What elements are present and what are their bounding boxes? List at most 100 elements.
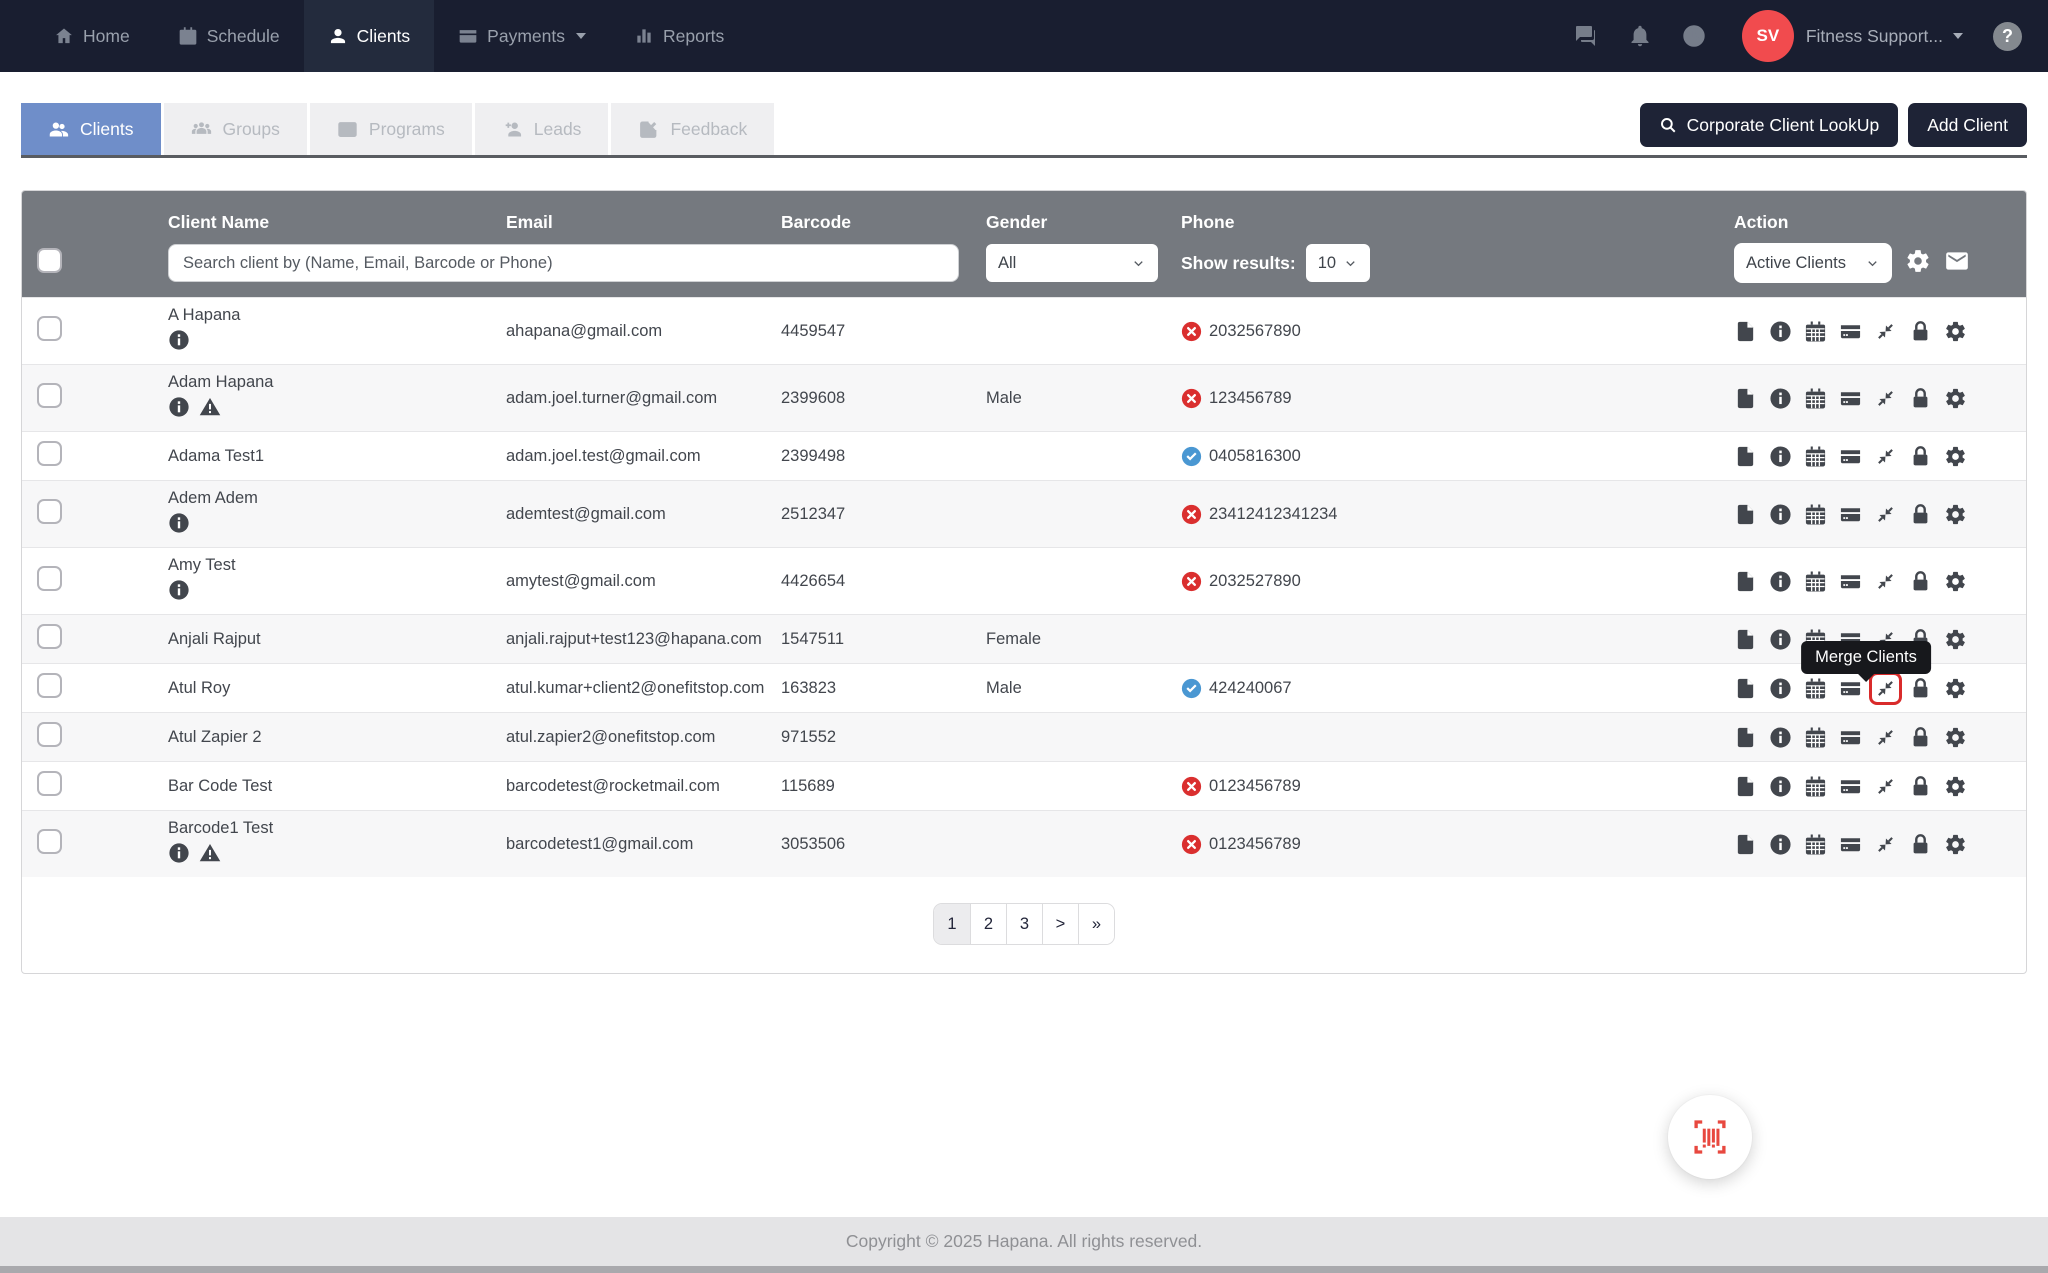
info-badge-icon[interactable] xyxy=(168,512,190,539)
help-icon[interactable]: ? xyxy=(1993,22,2022,51)
show-results-select[interactable]: 10 xyxy=(1306,244,1370,282)
warning-badge-icon[interactable] xyxy=(199,842,221,869)
lock-action-icon[interactable] xyxy=(1909,387,1932,410)
settings-action-icon[interactable] xyxy=(1944,726,1967,749)
lock-action-icon[interactable] xyxy=(1909,726,1932,749)
payment-action-icon[interactable] xyxy=(1839,387,1862,410)
page-button-1[interactable]: 1 xyxy=(934,904,970,944)
settings-action-icon[interactable] xyxy=(1944,503,1967,526)
lock-action-icon[interactable] xyxy=(1909,570,1932,593)
calendar-action-icon[interactable] xyxy=(1804,445,1827,468)
settings-action-icon[interactable] xyxy=(1944,570,1967,593)
search-input[interactable] xyxy=(168,244,959,282)
lock-action-icon[interactable] xyxy=(1909,320,1932,343)
corporate-client-lookup-button[interactable]: Corporate Client LookUp xyxy=(1640,103,1899,147)
calendar-action-icon[interactable] xyxy=(1804,503,1827,526)
info-badge-icon[interactable] xyxy=(168,842,190,869)
client-name[interactable]: A Hapana xyxy=(168,306,506,324)
merge-action-icon[interactable] xyxy=(1874,445,1897,468)
info-action-icon[interactable] xyxy=(1769,775,1792,798)
merge-action-icon[interactable] xyxy=(1874,726,1897,749)
warning-badge-icon[interactable] xyxy=(199,396,221,423)
merge-action-icon[interactable] xyxy=(1874,570,1897,593)
lock-action-icon[interactable] xyxy=(1909,503,1932,526)
merge-action-icon[interactable] xyxy=(1874,833,1897,856)
envelope-icon[interactable] xyxy=(1944,248,1970,279)
document-action-icon[interactable] xyxy=(1734,628,1757,651)
merge-action-icon[interactable] xyxy=(1874,677,1897,700)
info-action-icon[interactable] xyxy=(1769,387,1792,410)
payment-action-icon[interactable] xyxy=(1839,833,1862,856)
page-button-2[interactable]: 2 xyxy=(970,904,1006,944)
nav-item-schedule[interactable]: Schedule xyxy=(154,0,304,72)
info-action-icon[interactable] xyxy=(1769,503,1792,526)
page-button-last[interactable]: » xyxy=(1078,904,1114,944)
settings-action-icon[interactable] xyxy=(1944,445,1967,468)
calendar-action-icon[interactable] xyxy=(1804,570,1827,593)
merge-action-icon[interactable] xyxy=(1874,387,1897,410)
info-badge-icon[interactable] xyxy=(168,329,190,356)
row-checkbox[interactable] xyxy=(37,722,62,747)
client-name[interactable]: Adama Test1 xyxy=(168,447,506,465)
row-checkbox[interactable] xyxy=(37,441,62,466)
merge-action-icon[interactable] xyxy=(1874,320,1897,343)
clock-icon[interactable] xyxy=(1682,24,1706,48)
settings-action-icon[interactable] xyxy=(1944,833,1967,856)
row-checkbox[interactable] xyxy=(37,673,62,698)
document-action-icon[interactable] xyxy=(1734,677,1757,700)
client-name[interactable]: Atul Zapier 2 xyxy=(168,728,506,746)
lock-action-icon[interactable] xyxy=(1909,677,1932,700)
add-client-button[interactable]: Add Client xyxy=(1908,103,2027,147)
page-button-3[interactable]: 3 xyxy=(1006,904,1042,944)
document-action-icon[interactable] xyxy=(1734,445,1757,468)
client-name[interactable]: Atul Roy xyxy=(168,679,506,697)
document-action-icon[interactable] xyxy=(1734,503,1757,526)
lock-action-icon[interactable] xyxy=(1909,775,1932,798)
payment-action-icon[interactable] xyxy=(1839,503,1862,526)
tab-clients[interactable]: Clients xyxy=(21,103,161,155)
client-name[interactable]: Adem Adem xyxy=(168,489,506,507)
lock-action-icon[interactable] xyxy=(1909,445,1932,468)
calendar-action-icon[interactable] xyxy=(1804,387,1827,410)
row-checkbox[interactable] xyxy=(37,624,62,649)
settings-action-icon[interactable] xyxy=(1944,387,1967,410)
row-checkbox[interactable] xyxy=(37,829,62,854)
select-all-checkbox[interactable] xyxy=(37,248,62,273)
info-action-icon[interactable] xyxy=(1769,445,1792,468)
client-name[interactable]: Adam Hapana xyxy=(168,373,506,391)
payment-action-icon[interactable] xyxy=(1839,445,1862,468)
settings-action-icon[interactable] xyxy=(1944,775,1967,798)
info-action-icon[interactable] xyxy=(1769,628,1792,651)
row-checkbox[interactable] xyxy=(37,566,62,591)
nav-item-home[interactable]: Home xyxy=(30,0,154,72)
page-button-next[interactable]: > xyxy=(1042,904,1078,944)
client-name[interactable]: Barcode1 Test xyxy=(168,819,506,837)
barcode-scan-button[interactable] xyxy=(1668,1095,1752,1179)
payment-action-icon[interactable] xyxy=(1839,320,1862,343)
calendar-action-icon[interactable] xyxy=(1804,833,1827,856)
settings-action-icon[interactable] xyxy=(1944,628,1967,651)
nav-item-reports[interactable]: Reports xyxy=(610,0,748,72)
tab-feedback[interactable]: Feedback xyxy=(611,103,774,155)
settings-action-icon[interactable] xyxy=(1944,320,1967,343)
gear-icon[interactable] xyxy=(1905,248,1931,279)
tab-leads[interactable]: Leads xyxy=(475,103,609,155)
info-badge-icon[interactable] xyxy=(168,579,190,606)
payment-action-icon[interactable] xyxy=(1839,775,1862,798)
document-action-icon[interactable] xyxy=(1734,570,1757,593)
nav-item-clients[interactable]: Clients xyxy=(304,0,435,72)
avatar[interactable]: SV xyxy=(1742,10,1794,62)
document-action-icon[interactable] xyxy=(1734,833,1757,856)
info-badge-icon[interactable] xyxy=(168,396,190,423)
info-action-icon[interactable] xyxy=(1769,833,1792,856)
client-name[interactable]: Amy Test xyxy=(168,556,506,574)
row-checkbox[interactable] xyxy=(37,499,62,524)
lock-action-icon[interactable] xyxy=(1909,833,1932,856)
client-status-select[interactable]: Active Clients xyxy=(1734,243,1892,283)
document-action-icon[interactable] xyxy=(1734,726,1757,749)
calendar-action-icon[interactable] xyxy=(1804,320,1827,343)
calendar-action-icon[interactable] xyxy=(1804,677,1827,700)
document-action-icon[interactable] xyxy=(1734,775,1757,798)
row-checkbox[interactable] xyxy=(37,771,62,796)
document-action-icon[interactable] xyxy=(1734,320,1757,343)
